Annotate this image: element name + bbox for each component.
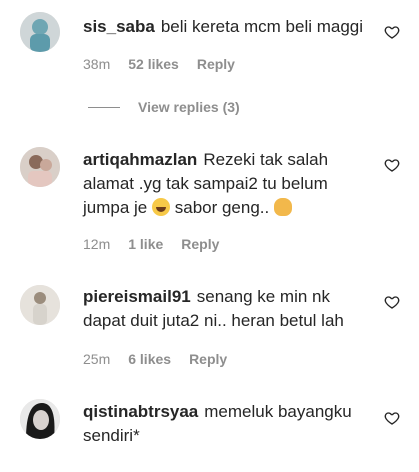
comment-time: 25m bbox=[83, 351, 111, 367]
avatar-image bbox=[20, 285, 60, 325]
avatar[interactable] bbox=[20, 147, 60, 187]
view-replies-label: View replies (3) bbox=[138, 99, 240, 115]
avatar[interactable] bbox=[20, 285, 60, 325]
like-heart-icon[interactable] bbox=[384, 294, 400, 310]
comment-username[interactable]: artiqahmazlan bbox=[83, 150, 197, 169]
face-with-tears-of-joy-emoji-icon bbox=[152, 198, 170, 216]
avatar[interactable] bbox=[20, 399, 60, 439]
like-heart-icon[interactable] bbox=[384, 24, 400, 40]
likes-count[interactable]: 1 like bbox=[128, 236, 163, 252]
view-replies-button[interactable]: View replies (3) bbox=[88, 99, 240, 115]
likes-count[interactable]: 6 likes bbox=[128, 351, 171, 367]
comment-username[interactable]: piereismail91 bbox=[83, 287, 191, 306]
comment-username[interactable]: qistinabtrsyaa bbox=[83, 402, 198, 421]
comment-body: sis_saba beli kereta mcm beli maggi bbox=[83, 15, 373, 39]
reply-button[interactable]: Reply bbox=[189, 351, 227, 367]
like-heart-icon[interactable] bbox=[384, 410, 400, 426]
comment-meta: 12m 1 like Reply bbox=[83, 236, 219, 252]
avatar[interactable] bbox=[20, 12, 60, 52]
comment-text-continued: sabor geng.. bbox=[174, 198, 270, 217]
reply-button[interactable]: Reply bbox=[197, 56, 235, 72]
avatar-image bbox=[20, 12, 60, 52]
comment-body: piereismail91 senang ke min nk dapat duit… bbox=[83, 285, 373, 333]
comment-text: beli kereta mcm beli maggi bbox=[160, 17, 364, 36]
comment-username[interactable]: sis_saba bbox=[83, 17, 155, 36]
comment-time: 12m bbox=[83, 236, 111, 252]
replies-divider bbox=[88, 106, 120, 108]
reply-button[interactable]: Reply bbox=[181, 236, 219, 252]
comment-body: artiqahmazlan Rezeki tak salah alamat .yg… bbox=[83, 148, 373, 220]
clapping-hands-emoji-icon bbox=[273, 198, 292, 216]
comment-meta: 38m 52 likes Reply bbox=[83, 56, 235, 72]
avatar-image bbox=[20, 147, 60, 187]
comment-time: 38m bbox=[83, 56, 111, 72]
comment-body: qistinabtrsyaa memeluk bayangku sendiri* bbox=[83, 400, 373, 448]
comment-meta: 25m 6 likes Reply bbox=[83, 351, 227, 367]
avatar-image bbox=[20, 399, 60, 439]
likes-count[interactable]: 52 likes bbox=[128, 56, 179, 72]
like-heart-icon[interactable] bbox=[384, 157, 400, 173]
